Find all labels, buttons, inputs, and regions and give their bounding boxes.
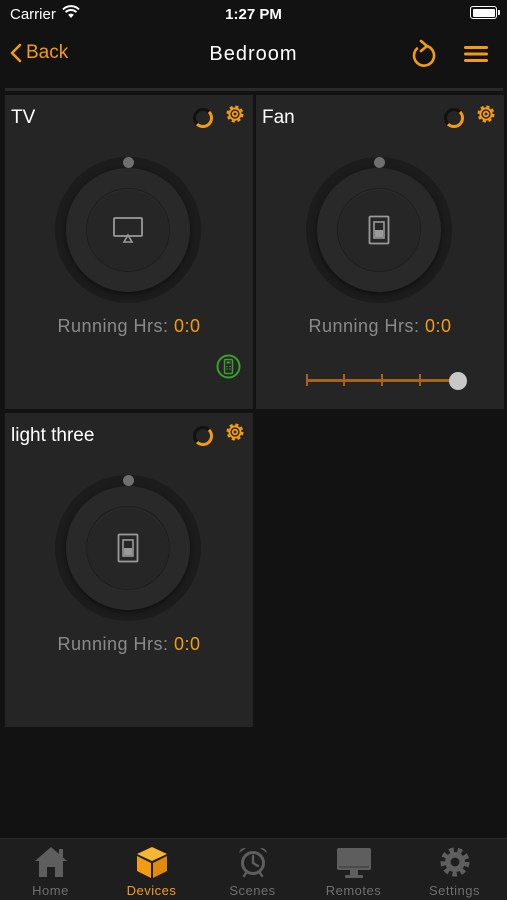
tab-devices[interactable]: Devices — [101, 839, 202, 900]
tab-label: Home — [32, 883, 69, 898]
device-name: Fan — [262, 107, 295, 128]
remote-control-icon[interactable] — [216, 354, 241, 379]
monitor-icon — [337, 848, 371, 878]
power-toggle-icon[interactable] — [444, 108, 464, 128]
slider-track — [306, 379, 452, 382]
dial-knob[interactable] — [123, 475, 134, 486]
clock: 1:27 PM — [225, 6, 282, 23]
tab-label: Settings — [429, 883, 480, 898]
switch-icon — [368, 215, 390, 245]
cube-icon — [137, 847, 167, 878]
tv-icon — [113, 217, 143, 243]
dial-knob[interactable] — [374, 157, 385, 168]
running-hours-label: Running Hrs: — [308, 316, 420, 336]
device-card-tv: TV Running Hrs: 0:0 — [5, 95, 253, 409]
switch-icon — [117, 533, 139, 563]
running-hours-label: Running Hrs: — [57, 634, 169, 654]
device-settings-gear-icon[interactable] — [223, 102, 247, 126]
running-hours-value: 0:0 — [425, 316, 452, 336]
tab-settings[interactable]: Settings — [404, 839, 505, 900]
battery-icon — [470, 6, 500, 19]
device-name: light three — [11, 425, 95, 446]
device-card-light-three: light three Running Hrs: 0:0 — [5, 413, 253, 727]
header-divider — [5, 88, 503, 91]
device-dial[interactable] — [55, 157, 201, 303]
dial-center — [337, 188, 421, 272]
navigation-bar: Back Bedroom — [0, 30, 507, 82]
running-hours: Running Hrs: 0:0 — [256, 316, 504, 337]
refresh-icon[interactable] — [408, 39, 438, 71]
device-settings-gear-icon[interactable] — [223, 420, 247, 444]
tab-scenes[interactable]: Scenes — [202, 839, 303, 900]
home-icon — [35, 847, 67, 877]
slider-tick — [306, 374, 308, 386]
power-toggle-icon[interactable] — [193, 108, 213, 128]
running-hours-value: 0:0 — [174, 634, 201, 654]
dial-ring — [66, 486, 190, 610]
dial-center — [86, 188, 170, 272]
device-card-fan: Fan Running Hrs: 0:0 — [256, 95, 504, 409]
device-settings-gear-icon[interactable] — [474, 102, 498, 126]
slider-tick — [381, 374, 383, 386]
dial-ring — [66, 168, 190, 292]
running-hours: Running Hrs: 0:0 — [5, 316, 253, 337]
dial-knob[interactable] — [123, 157, 134, 168]
dial-ring — [317, 168, 441, 292]
slider-tick — [343, 374, 345, 386]
gear-icon — [440, 847, 470, 877]
running-hours: Running Hrs: 0:0 — [5, 634, 253, 655]
tab-label: Scenes — [229, 883, 276, 898]
dial-center — [86, 506, 170, 590]
device-dial[interactable] — [306, 157, 452, 303]
slider-tick — [419, 374, 421, 386]
tab-home[interactable]: Home — [0, 839, 101, 900]
slider-thumb[interactable] — [449, 372, 467, 390]
fan-speed-slider[interactable] — [306, 371, 467, 391]
running-hours-label: Running Hrs: — [57, 316, 169, 336]
tab-bar: Home Devices Scenes Remotes Settings — [0, 838, 507, 900]
status-bar: Carrier 1:27 PM — [0, 0, 507, 30]
device-dial[interactable] — [55, 475, 201, 621]
running-hours-value: 0:0 — [174, 316, 201, 336]
tab-label: Devices — [126, 883, 177, 898]
device-name: TV — [11, 107, 36, 128]
power-toggle-icon[interactable] — [193, 426, 213, 446]
hamburger-menu-icon[interactable] — [463, 44, 489, 64]
alarm-clock-icon — [239, 847, 267, 878]
tab-label: Remotes — [325, 883, 382, 898]
tab-remotes[interactable]: Remotes — [303, 839, 404, 900]
